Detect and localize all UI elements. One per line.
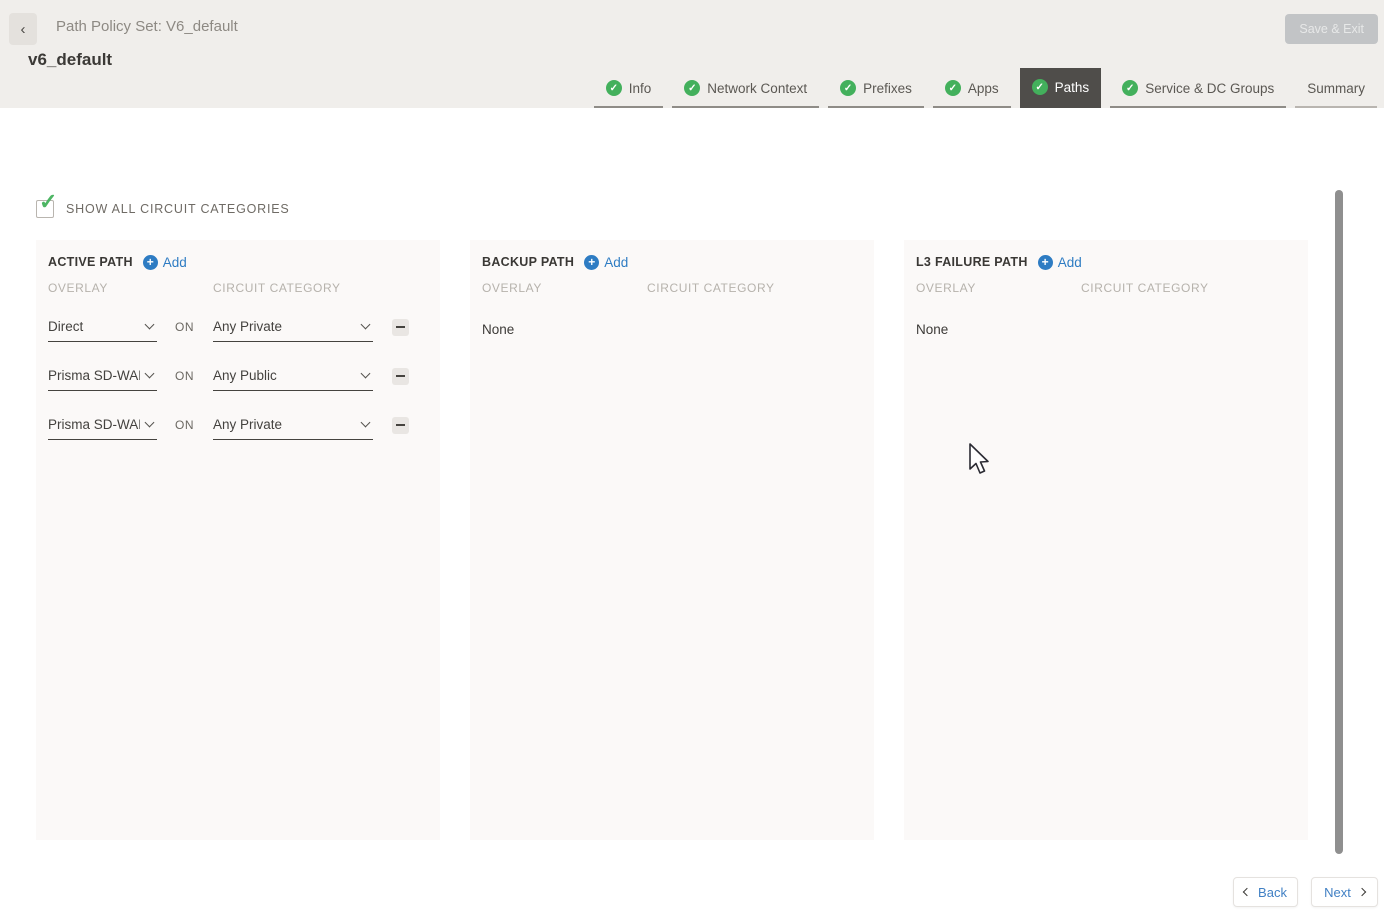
circuit-category-column-header: CIRCUIT CATEGORY — [213, 281, 373, 295]
tab-label: Paths — [1055, 80, 1090, 95]
on-label: ON — [175, 369, 201, 383]
overlay-column-header: OVERLAY — [482, 281, 591, 295]
active-path-panel: ACTIVE PATH + Add OVERLAY CIRCUIT CATEGO… — [36, 240, 440, 840]
tab-label: Prefixes — [863, 81, 912, 96]
panel-title: ACTIVE PATH — [48, 255, 133, 269]
chevron-down-icon — [361, 369, 371, 379]
overlay-select[interactable]: Prisma SD-WAN V — [48, 410, 157, 440]
chevron-down-icon — [361, 320, 371, 330]
chevron-right-icon — [1358, 888, 1366, 896]
chevron-down-icon — [145, 418, 155, 428]
circuit-category-select-value: Any Public — [213, 368, 356, 383]
overlay-select-value: Prisma SD-WAN V — [48, 417, 140, 432]
plus-icon: + — [1038, 255, 1053, 270]
circuit-category-column-header: CIRCUIT CATEGORY — [647, 281, 807, 295]
on-label: ON — [175, 320, 201, 334]
tab-apps[interactable]: ✓ Apps — [933, 70, 1011, 108]
overlay-column-header: OVERLAY — [48, 281, 157, 295]
overlay-select-value: Prisma SD-WAN V — [48, 368, 140, 383]
page-header: ‹ Path Policy Set: V6_default v6_default… — [0, 0, 1384, 108]
active-path-rows: Direct ON Any Private Prisma SD-WAN V ON Any … — [48, 312, 428, 440]
chevron-down-icon — [145, 369, 155, 379]
path-rule-row: Prisma SD-WAN V ON Any Public — [48, 361, 428, 391]
overlay-select[interactable]: Prisma SD-WAN V — [48, 361, 157, 391]
l3-failure-path-panel: L3 FAILURE PATH + Add OVERLAY CIRCUIT CA… — [904, 240, 1308, 840]
circuit-category-select[interactable]: Any Public — [213, 361, 373, 391]
l3-failure-path-none: None — [916, 322, 1296, 337]
remove-row-button[interactable] — [392, 417, 409, 434]
tab-label: Info — [629, 81, 652, 96]
circuit-category-column-header: CIRCUIT CATEGORY — [1081, 281, 1241, 295]
show-all-label: SHOW ALL CIRCUIT CATEGORIES — [66, 202, 290, 216]
show-all-checkbox[interactable]: ✓ — [36, 200, 54, 218]
chevron-down-icon — [145, 320, 155, 330]
back-button[interactable]: Back — [1233, 877, 1298, 907]
check-circle-icon: ✓ — [684, 80, 700, 96]
chevron-down-icon — [361, 418, 371, 428]
tab-info[interactable]: ✓ Info — [594, 70, 664, 108]
check-circle-icon: ✓ — [606, 80, 622, 96]
remove-row-button[interactable] — [392, 368, 409, 385]
tab-paths[interactable]: ✓ Paths — [1020, 68, 1102, 108]
on-label: ON — [175, 418, 201, 432]
tab-summary[interactable]: Summary — [1295, 70, 1377, 108]
circuit-category-select-value: Any Private — [213, 319, 356, 334]
tab-bar: ✓ Info ✓ Network Context ✓ Prefixes ✓ Apps ✓ Path… — [594, 68, 1377, 108]
circuit-category-select[interactable]: Any Private — [213, 312, 373, 342]
circuit-category-select[interactable]: Any Private — [213, 410, 373, 440]
overlay-column-header: OVERLAY — [916, 281, 1025, 295]
save-exit-button[interactable]: Save & Exit — [1285, 14, 1378, 44]
check-circle-icon: ✓ — [1122, 80, 1138, 96]
plus-icon: + — [143, 255, 158, 270]
overlay-select-value: Direct — [48, 319, 140, 334]
plus-icon: + — [584, 255, 599, 270]
path-rule-row: Direct ON Any Private — [48, 312, 428, 342]
tab-prefixes[interactable]: ✓ Prefixes — [828, 70, 924, 108]
panel-title: BACKUP PATH — [482, 255, 574, 269]
path-rule-row: Prisma SD-WAN V ON Any Private — [48, 410, 428, 440]
tab-service-dc-groups[interactable]: ✓ Service & DC Groups — [1110, 70, 1286, 108]
page-title: Path Policy Set: V6_default — [56, 18, 238, 35]
remove-row-button[interactable] — [392, 319, 409, 336]
panel-title: L3 FAILURE PATH — [916, 255, 1028, 269]
show-all-circuit-categories: ✓ SHOW ALL CIRCUIT CATEGORIES — [36, 200, 290, 218]
policy-set-name: v6_default — [28, 50, 112, 70]
checkmark-icon: ✓ — [39, 191, 57, 213]
vertical-scrollbar[interactable] — [1335, 190, 1343, 854]
check-circle-icon: ✓ — [945, 80, 961, 96]
circuit-category-select-value: Any Private — [213, 417, 356, 432]
add-active-path-button[interactable]: + Add — [143, 255, 187, 270]
overlay-select[interactable]: Direct — [48, 312, 157, 342]
add-l3-failure-path-button[interactable]: + Add — [1038, 255, 1082, 270]
tab-label: Summary — [1307, 81, 1365, 96]
chevron-left-icon — [1243, 888, 1251, 896]
tab-label: Network Context — [707, 81, 807, 96]
tab-label: Apps — [968, 81, 999, 96]
check-circle-icon: ✓ — [840, 80, 856, 96]
add-backup-path-button[interactable]: + Add — [584, 255, 628, 270]
check-circle-icon: ✓ — [1032, 79, 1048, 95]
backup-path-panel: BACKUP PATH + Add OVERLAY CIRCUIT CATEGO… — [470, 240, 874, 840]
next-button[interactable]: Next — [1311, 877, 1378, 907]
backup-path-none: None — [482, 322, 862, 337]
back-nav-button[interactable]: ‹ — [9, 13, 37, 45]
tab-label: Service & DC Groups — [1145, 81, 1274, 96]
tab-network-context[interactable]: ✓ Network Context — [672, 70, 819, 108]
chevron-left-icon: ‹ — [21, 21, 26, 38]
